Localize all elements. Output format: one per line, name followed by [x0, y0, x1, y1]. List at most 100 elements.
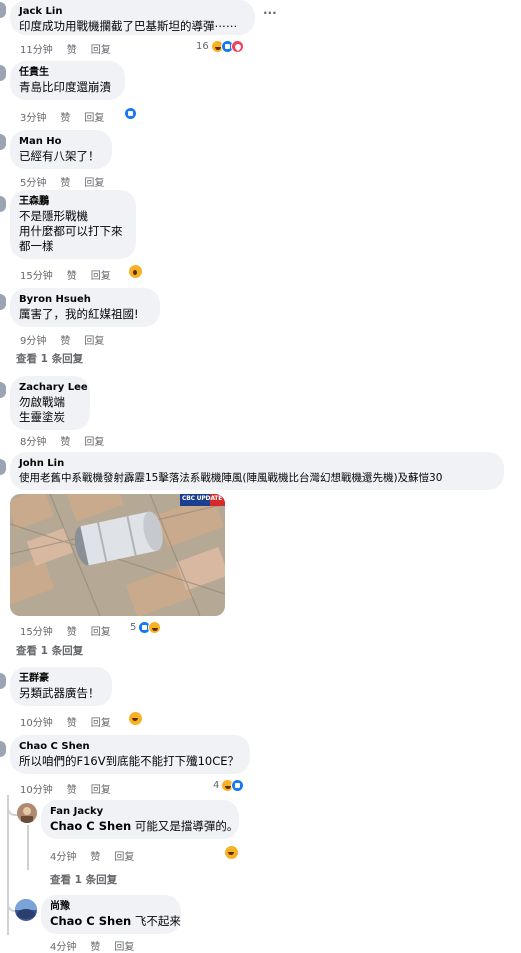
- timestamp[interactable]: 3分钟: [20, 113, 46, 124]
- like-button[interactable]: 赞: [67, 627, 77, 638]
- avatar[interactable]: [0, 459, 6, 475]
- reply-button[interactable]: 回复: [91, 45, 111, 56]
- like-button[interactable]: 赞: [60, 437, 70, 448]
- reply-button[interactable]: 回复: [91, 627, 111, 638]
- reply-meta: 4分钟 赞 回复: [50, 938, 148, 953]
- reaction-summary[interactable]: [224, 845, 239, 860]
- reply-text: Chao C Shen 飞不起来: [50, 914, 181, 929]
- comment-author[interactable]: Byron Hsueh: [19, 293, 151, 307]
- comment-author[interactable]: Man Ho: [19, 135, 103, 149]
- timestamp[interactable]: 10分钟: [20, 718, 53, 729]
- comment-text: 用什麼都可以打下來: [19, 224, 123, 238]
- comment-text: 印度成功用戰機攔截了巴基斯坦的導彈⋯⋯: [19, 19, 238, 33]
- like-button[interactable]: 赞: [60, 113, 70, 124]
- like-button[interactable]: 赞: [67, 718, 77, 729]
- avatar[interactable]: [0, 65, 6, 81]
- like-button[interactable]: 赞: [67, 271, 77, 282]
- view-replies-link[interactable]: 查看 1 条回复: [50, 872, 117, 887]
- avatar[interactable]: [0, 134, 6, 150]
- comment-bubble: 王森鵬 不是隱形戰機 用什麼都可以打下來 都一樣: [10, 190, 136, 259]
- reaction-summary[interactable]: [128, 711, 143, 726]
- comment-meta: 10分钟 赞 回复: [20, 781, 125, 796]
- comment-bubble: Man Ho 已經有八架了！: [10, 130, 112, 169]
- reaction-count: 4: [213, 780, 220, 791]
- reaction-summary[interactable]: 4: [213, 779, 245, 792]
- like-button[interactable]: 赞: [90, 942, 100, 953]
- reply-button[interactable]: 回复: [84, 437, 104, 448]
- haha-icon: [224, 845, 239, 860]
- comment-text: 都一樣: [19, 239, 54, 253]
- mention-link[interactable]: Chao C Shen: [50, 819, 131, 833]
- avatar[interactable]: [0, 741, 6, 757]
- comment-text: 生靈塗炭: [19, 410, 65, 424]
- like-button[interactable]: 赞: [60, 178, 70, 189]
- haha-icon: [148, 621, 162, 634]
- like-icon: [231, 779, 245, 792]
- comment-author[interactable]: John Lin: [19, 457, 495, 471]
- reply-button[interactable]: 回复: [114, 942, 134, 953]
- timestamp[interactable]: 5分钟: [20, 178, 46, 189]
- reaction-summary[interactable]: 5: [130, 621, 162, 634]
- timestamp[interactable]: 10分钟: [20, 785, 53, 796]
- timestamp[interactable]: 15分钟: [20, 627, 53, 638]
- avatar[interactable]: [0, 382, 6, 398]
- timestamp[interactable]: 11分钟: [20, 45, 53, 56]
- comment-text: 勿啟戰端: [19, 395, 65, 409]
- view-replies-link[interactable]: 查看 1 条回复: [16, 643, 83, 658]
- reaction-summary[interactable]: [124, 107, 137, 120]
- comment-text: 所以咱們的F16V到底能不能打下殲10CE？: [19, 754, 240, 768]
- reaction-summary[interactable]: [128, 264, 143, 279]
- comment-bubble: Jack Lin 印度成功用戰機攔截了巴基斯坦的導彈⋯⋯: [10, 0, 255, 35]
- reply-body: 可能又是擋導彈的。: [131, 819, 239, 833]
- reply-author[interactable]: 尚豫: [50, 900, 172, 914]
- reply-button[interactable]: 回复: [84, 178, 104, 189]
- reply-button[interactable]: 回复: [84, 336, 104, 347]
- comment-author[interactable]: 王群豪: [19, 672, 103, 686]
- avatar[interactable]: [17, 803, 37, 823]
- reply-body: 飞不起来: [131, 914, 181, 928]
- avatar[interactable]: [0, 294, 6, 310]
- timestamp[interactable]: 8分钟: [20, 437, 46, 448]
- reply-button[interactable]: 回复: [91, 785, 111, 796]
- reply-author[interactable]: Fan Jacky: [50, 805, 230, 819]
- timestamp[interactable]: 4分钟: [50, 852, 76, 863]
- haha-icon: [128, 711, 143, 726]
- timestamp[interactable]: 15分钟: [20, 271, 53, 282]
- timestamp[interactable]: 4分钟: [50, 942, 76, 953]
- comment-author[interactable]: Chao C Shen: [19, 740, 241, 754]
- avatar[interactable]: [0, 196, 6, 212]
- comment-photo[interactable]: CBC UPDATE: [10, 494, 225, 616]
- thread-line: [7, 795, 9, 935]
- reply-bubble: Fan Jacky Chao C Shen 可能又是擋導彈的。: [41, 800, 239, 839]
- comment-author[interactable]: Zachary Lee: [19, 381, 88, 395]
- like-button[interactable]: 赞: [90, 852, 100, 863]
- more-options-icon[interactable]: ···: [263, 6, 277, 20]
- like-button[interactable]: 赞: [60, 336, 70, 347]
- comment-author[interactable]: Jack Lin: [19, 5, 246, 19]
- reply-button[interactable]: 回复: [84, 113, 104, 124]
- reply-button[interactable]: 回复: [114, 852, 134, 863]
- avatar[interactable]: [0, 673, 6, 689]
- reply-bubble: 尚豫 Chao C Shen 飞不起来: [41, 895, 181, 934]
- timestamp[interactable]: 9分钟: [20, 336, 46, 347]
- comment-meta: 5分钟 赞 回复: [20, 174, 118, 189]
- comment-text: 不是隱形戰機: [19, 209, 88, 223]
- reaction-summary[interactable]: 16: [196, 40, 244, 53]
- view-replies-link[interactable]: 查看 1 条回复: [16, 351, 83, 366]
- comment-author[interactable]: 任貴生: [19, 66, 116, 80]
- comment-text: 已經有八架了！: [19, 149, 100, 163]
- comment-meta: 10分钟 赞 回复: [20, 714, 125, 729]
- reply-button[interactable]: 回复: [91, 718, 111, 729]
- like-button[interactable]: 赞: [67, 785, 77, 796]
- reply-button[interactable]: 回复: [91, 271, 111, 282]
- avatar[interactable]: [0, 2, 6, 18]
- comment-bubble: Byron Hsueh 厲害了，我的紅媒祖國!: [10, 288, 160, 327]
- avatar[interactable]: [15, 899, 37, 921]
- like-button[interactable]: 赞: [67, 45, 77, 56]
- comment-bubble: John Lin 使用老舊中系戰機發射霹靂15擊落法系戰機陣風(陣風戰機比台灣幻…: [10, 452, 504, 490]
- comment-meta: 11分钟 赞 回复: [20, 41, 125, 56]
- mention-link[interactable]: Chao C Shen: [50, 914, 131, 928]
- comment-text: 青島比印度還崩潰: [19, 80, 111, 94]
- reply-text: Chao C Shen 可能又是擋導彈的。: [50, 819, 238, 834]
- comment-author[interactable]: 王森鵬: [19, 195, 127, 209]
